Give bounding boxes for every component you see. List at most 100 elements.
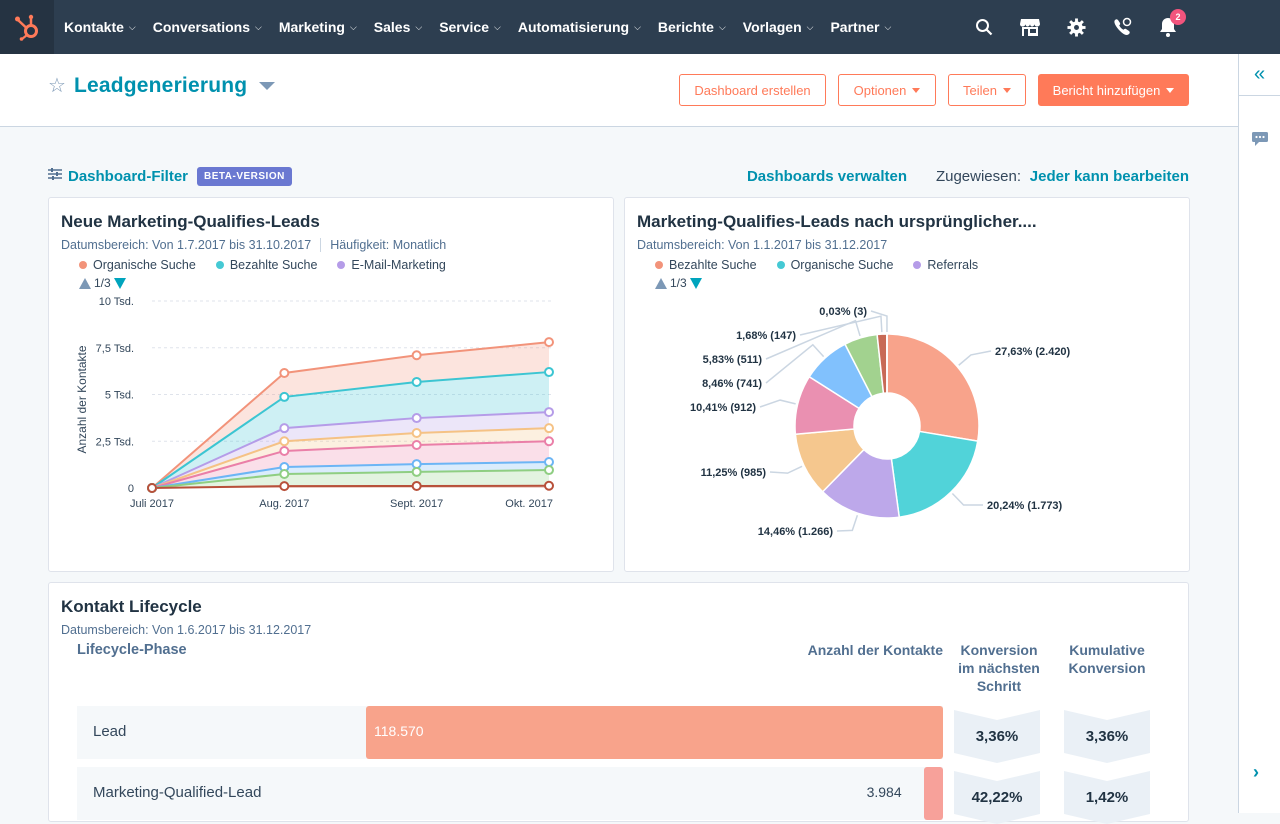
collapse-sidebar-icon[interactable]: «: [1239, 54, 1280, 96]
favorite-star-icon[interactable]: ☆: [48, 76, 66, 96]
data-point: [413, 378, 421, 386]
legend-dot-icon: [216, 261, 224, 269]
chat-icon[interactable]: [1252, 131, 1268, 152]
chevron-down-icon: ⌵: [719, 22, 726, 33]
divider: [320, 238, 321, 252]
nav-item-automatisierung[interactable]: Automatisierung⌵: [518, 19, 641, 35]
calling-icon[interactable]: [1110, 15, 1134, 39]
legend-item[interactable]: Organische Suche: [79, 258, 196, 272]
share-button[interactable]: Teilen: [948, 74, 1026, 106]
caret-down-icon: [912, 88, 920, 93]
pie-data-label: 11,25% (985): [701, 467, 767, 479]
create-dashboard-button[interactable]: Dashboard erstellen: [679, 74, 826, 106]
data-point: [280, 437, 288, 445]
data-point: [413, 429, 421, 437]
marketplace-icon[interactable]: [1018, 15, 1042, 39]
data-point: [413, 441, 421, 449]
notifications-icon[interactable]: 2: [1156, 15, 1180, 39]
dashboard-title[interactable]: Leadgenerierung: [74, 74, 247, 98]
nav-item-vorlagen[interactable]: Vorlagen⌵: [743, 19, 814, 35]
series-line-2: [152, 412, 549, 488]
dashboard-filter-link[interactable]: Dashboard-Filter: [68, 168, 188, 185]
x-tick-label: Juli 2017: [130, 498, 174, 510]
add-report-button[interactable]: Bericht hinzufügen: [1038, 74, 1189, 106]
right-sidebar: « ›: [1238, 54, 1280, 813]
pie-leader-line: [800, 316, 882, 335]
x-tick-label: Sept. 2017: [390, 498, 443, 510]
series-line-1: [152, 372, 549, 488]
data-point: [545, 424, 553, 432]
x-tick-label: Aug. 2017: [259, 498, 309, 510]
data-point: [148, 484, 156, 492]
search-icon[interactable]: [972, 15, 996, 39]
filter-sliders-icon[interactable]: [48, 167, 62, 186]
legend-item[interactable]: E-Mail-Marketing: [337, 258, 445, 272]
data-point: [280, 482, 288, 490]
chevron-down-icon: ⌵: [415, 22, 422, 33]
series-line-6: [152, 470, 549, 488]
pie-data-label: 14,46% (1.266): [758, 526, 834, 538]
dashboard-switcher-caret-icon[interactable]: [259, 82, 275, 90]
pager-down-icon[interactable]: [114, 278, 126, 289]
assigned-value-link[interactable]: Jeder kann bearbeiten: [1030, 168, 1189, 185]
dashboard-filter-bar: Dashboard-Filter BETA-VERSION Dashboards…: [48, 165, 1189, 187]
area-fill-6: [152, 470, 549, 488]
date-range: Datumsbereich: Von 1.6.2017 bis 31.12.20…: [61, 623, 311, 637]
frequency: Häufigkeit: Monatlich: [330, 238, 446, 252]
report-title[interactable]: Kontakt Lifecycle: [61, 597, 202, 617]
pie-data-label: 20,24% (1.773): [987, 500, 1063, 512]
data-point: [280, 393, 288, 401]
report-card-mql-by-source: Marketing-Qualifies-Leads nach ursprüngl…: [624, 197, 1190, 572]
nav-item-conversations[interactable]: Conversations⌵: [153, 19, 262, 35]
area-fill-4: [152, 441, 549, 488]
report-card-contact-lifecycle: Kontakt Lifecycle Datumsbereich: Von 1.6…: [48, 582, 1189, 822]
chevron-down-icon: ⌵: [350, 22, 357, 33]
column-header-next-conversion: Konversion im nächsten Schritt: [951, 641, 1047, 695]
pie-data-label: 27,63% (2.420): [995, 346, 1071, 358]
nav-item-berichte[interactable]: Berichte⌵: [658, 19, 726, 35]
report-title[interactable]: Neue Marketing-Qualifies-Leads: [61, 212, 320, 232]
manage-dashboards-link[interactable]: Dashboards verwalten: [747, 168, 907, 185]
nav-item-sales[interactable]: Sales⌵: [374, 19, 422, 35]
settings-icon[interactable]: [1064, 15, 1088, 39]
legend-item[interactable]: Bezahlte Suche: [216, 258, 318, 272]
caret-down-icon: [1166, 88, 1174, 93]
beta-badge: BETA-VERSION: [197, 167, 292, 186]
pie-leader-line: [871, 311, 887, 332]
dashboard-header: ☆ Leadgenerierung Dashboard erstellen Op…: [0, 54, 1238, 127]
column-header-count: Anzahl der Kontakte: [789, 641, 943, 659]
date-range: Datumsbereich: Von 1.7.2017 bis 31.10.20…: [61, 238, 311, 252]
pie-leader-line: [770, 466, 802, 473]
options-button[interactable]: Optionen: [838, 74, 936, 106]
hubspot-logo[interactable]: [0, 0, 54, 54]
data-point: [148, 484, 156, 492]
chevron-down-icon: ⌵: [255, 22, 262, 33]
nav-item-partner[interactable]: Partner⌵: [830, 19, 891, 35]
data-point: [148, 484, 156, 492]
data-point: [413, 460, 421, 468]
pie-slice: [887, 334, 979, 441]
nav-item-kontakte[interactable]: Kontakte⌵: [64, 19, 136, 35]
expand-right-icon[interactable]: ›: [1253, 762, 1259, 783]
y-tick-label: 5 Tsd.: [105, 390, 134, 402]
lifecycle-row[interactable]: Marketing-Qualified-Lead 3.984: [77, 767, 943, 820]
count-bar: [924, 767, 943, 820]
report-card-new-mql: Neue Marketing-Qualifies-Leads Datumsber…: [48, 197, 614, 572]
nav-item-service[interactable]: Service⌵: [439, 19, 501, 35]
pie-data-label: 8,46% (741): [702, 378, 762, 390]
data-point: [545, 466, 553, 474]
data-point: [280, 447, 288, 455]
assigned-label: Zugewiesen:: [936, 168, 1021, 185]
data-point: [148, 484, 156, 492]
chevron-down-icon: ⌵: [634, 22, 641, 33]
pie-leader-line: [952, 494, 983, 505]
lifecycle-row[interactable]: Lead 118.570: [77, 706, 943, 759]
notification-count-badge: 2: [1170, 9, 1186, 25]
area-fill-7: [152, 486, 549, 488]
pager-up-icon[interactable]: [79, 278, 91, 289]
top-navigation: Kontakte⌵ Conversations⌵ Marketing⌵ Sales⌵ S…: [0, 0, 1280, 54]
data-point: [545, 408, 553, 416]
count-value: 118.570: [374, 723, 424, 739]
nav-item-marketing[interactable]: Marketing⌵: [279, 19, 357, 35]
data-point: [148, 484, 156, 492]
